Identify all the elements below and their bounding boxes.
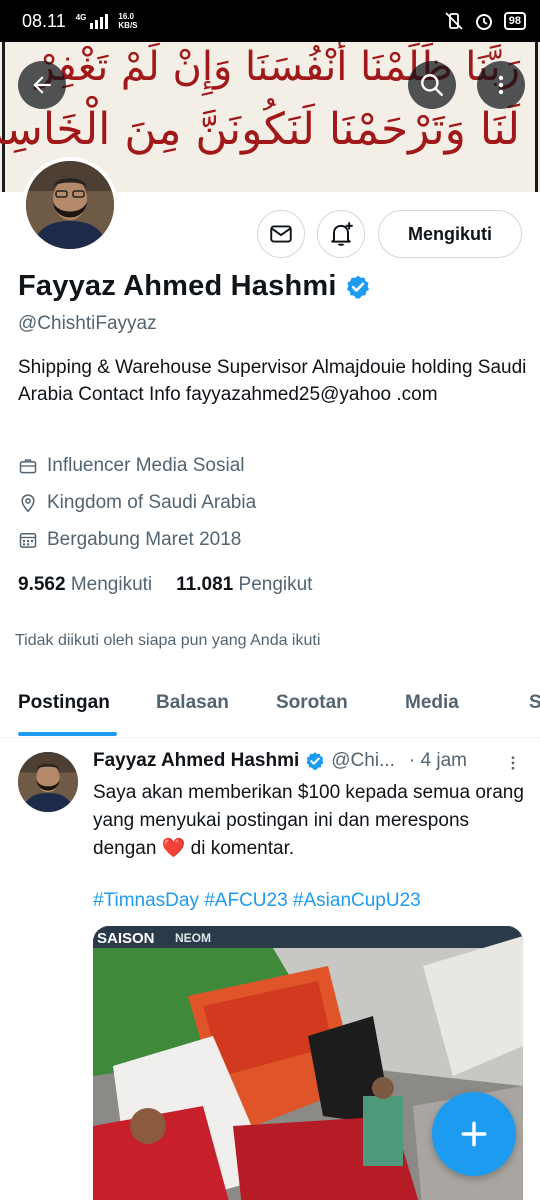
profile-bio: Shipping & Warehouse Supervisor Almajdou… — [18, 357, 527, 405]
profile-location: Kingdom of Saudi Arabia — [18, 492, 256, 514]
profile-name-row: Fayyaz Ahmed Hashmi — [18, 270, 371, 303]
briefcase-icon — [19, 459, 37, 474]
status-time: 08.11 — [22, 10, 66, 31]
tab-posts[interactable]: Postingan — [18, 692, 110, 714]
bell-plus-icon — [331, 222, 353, 246]
tweet-author-name[interactable]: Fayyaz Ahmed Hashmi — [93, 750, 299, 772]
more-vertical-icon — [498, 75, 504, 95]
avatar-image — [26, 161, 114, 249]
heart-emoji: ❤️ — [161, 838, 186, 859]
status-left: 08.11 4G 16.0 KB/S — [22, 11, 138, 32]
location-pin-icon — [21, 494, 35, 513]
following-stat[interactable]: 9.562 Mengikuti — [18, 574, 152, 596]
message-button[interactable] — [257, 210, 305, 258]
profile-handle: @ChishtiFayyaz — [18, 313, 157, 334]
mail-icon — [270, 225, 292, 243]
active-tab-indicator — [18, 732, 117, 736]
media-brand-text: SAISON — [97, 930, 155, 947]
profile-category: Influencer Media Sosial — [18, 455, 245, 477]
profile-avatar[interactable] — [22, 157, 118, 253]
more-vertical-icon — [511, 756, 515, 770]
profile-join-date-label: Bergabung Maret 2018 — [47, 529, 242, 550]
tab-highlights[interactable]: Sorotan — [276, 692, 348, 714]
tweet-avatar[interactable] — [18, 752, 78, 812]
compose-plus-icon — [461, 1121, 487, 1147]
following-count: 9.562 — [18, 574, 66, 595]
vibrate-off-icon — [445, 12, 463, 30]
followers-label: Pengikut — [238, 574, 313, 595]
verified-badge-icon — [306, 752, 324, 770]
tab-replies[interactable]: Balasan — [156, 692, 229, 714]
network-type: 4G — [75, 13, 87, 22]
following-button[interactable]: Mengikuti — [378, 210, 522, 258]
followers-stat[interactable]: 11.081 Pengikut — [176, 574, 312, 596]
tweet-avatar-image — [18, 752, 78, 812]
tab-more[interactable]: S — [529, 692, 540, 714]
profile-tabs: Postingan Balasan Sorotan Media S — [0, 676, 540, 738]
back-button[interactable] — [18, 61, 66, 109]
tweet-text-start: Saya akan memberikan $100 kepada semua o… — [93, 782, 524, 859]
signal-icon: 4G — [76, 13, 109, 29]
profile-join-date: Bergabung Maret 2018 — [18, 529, 241, 551]
tweet-hashtags[interactable]: #TimnasDay #AFCU23 #AsianCupU23 — [93, 890, 421, 912]
profile-name: Fayyaz Ahmed Hashmi — [18, 270, 337, 302]
tweet-text: Saya akan memberikan $100 kepada semua o… — [93, 779, 525, 863]
media-sponsor-text: NEOM — [175, 931, 211, 945]
verified-badge-icon[interactable] — [345, 274, 371, 300]
network-speed-unit: KB/S — [118, 21, 138, 30]
compose-post-button[interactable] — [432, 1092, 516, 1176]
battery-indicator: 98 — [503, 12, 526, 30]
mutual-followers-note: Tidak diikuti oleh siapa pun yang Anda i… — [15, 632, 321, 649]
tweet-time: · 4 jam — [408, 750, 467, 771]
back-arrow-icon — [33, 76, 51, 94]
network-speed: 16.0 KB/S — [118, 12, 137, 30]
calendar-icon — [19, 533, 37, 548]
tweet-text-end: di komentar. — [185, 838, 295, 859]
network-speed-value: 16.0 — [118, 12, 134, 21]
alarm-icon — [475, 14, 492, 30]
tweet-more-button[interactable] — [504, 752, 522, 779]
following-label: Mengikuti — [70, 574, 153, 595]
search-icon — [421, 74, 444, 97]
more-options-button[interactable] — [477, 61, 525, 109]
tweet-author-handle[interactable]: @Chi... — [331, 750, 395, 772]
banner-text-line-2: لَنَا وَتَرْحَمْنَا لَنَكُونَنَّ مِنَ ال… — [0, 104, 520, 155]
status-bar: 08.11 4G 16.0 KB/S 98 — [0, 0, 540, 42]
profile-category-label: Influencer Media Sosial — [47, 455, 245, 476]
profile-location-label: Kingdom of Saudi Arabia — [47, 492, 257, 513]
tweet-header: Fayyaz Ahmed Hashmi @Chi... · 4 jam — [93, 750, 523, 772]
profile-stats: 9.562 Mengikuti 11.081 Pengikut — [18, 574, 312, 596]
followers-count: 11.081 — [176, 574, 234, 595]
notifications-button[interactable] — [317, 210, 365, 258]
tab-media[interactable]: Media — [405, 692, 459, 714]
search-button[interactable] — [408, 61, 456, 109]
status-right: 98 — [444, 11, 526, 31]
